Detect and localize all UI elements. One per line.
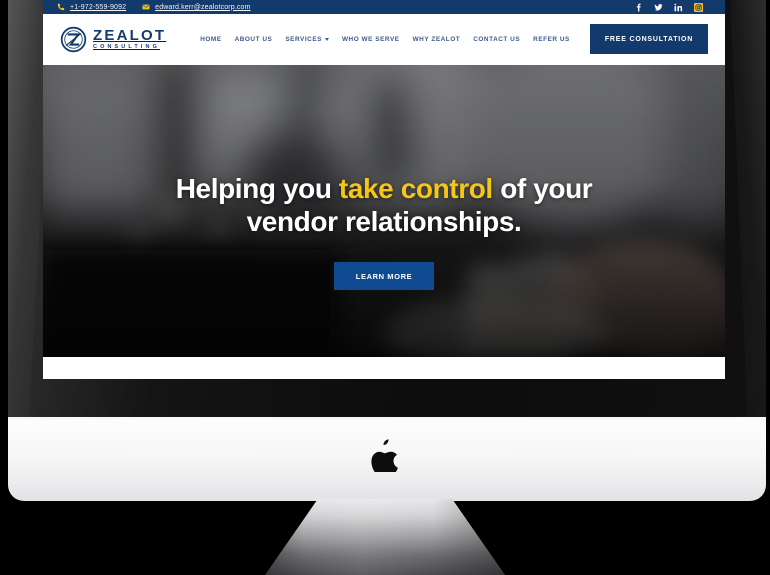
nav-item-home[interactable]: HOME: [200, 36, 221, 43]
phone-icon: [57, 3, 65, 11]
phone-link[interactable]: +1-972-559-9092: [57, 3, 126, 11]
main-navigation: HOME ABOUT US SERVICES WHO WE SERVE WHY …: [200, 36, 570, 43]
hero-headline: Helping you take control of your vendor …: [134, 172, 634, 238]
nav-label: HOME: [200, 36, 222, 43]
email-link[interactable]: edward.kerr@zealotcorp.com: [142, 3, 250, 11]
nav-label: SERVICES: [285, 36, 322, 43]
logo-wordmark: ZEALOT CONSULTING: [93, 28, 166, 51]
nav-label: CONTACT US: [473, 36, 521, 43]
headline-part-1: Helping you: [175, 172, 339, 204]
logo-tagline: CONSULTING: [93, 44, 160, 51]
nav-label: WHO WE SERVE: [341, 36, 400, 43]
page-content-band: [43, 357, 725, 379]
circled-z-icon: [60, 26, 87, 53]
linkedin-icon[interactable]: [674, 3, 683, 12]
contact-group: +1-972-559-9092 edward.kerr@zealotcorp.c…: [57, 3, 251, 11]
free-consultation-button[interactable]: FREE CONSULTATION: [590, 24, 708, 54]
imac-stand-shading: [265, 499, 505, 575]
email-text: edward.kerr@zealotcorp.com: [155, 3, 251, 11]
nav-item-who-we-serve[interactable]: WHO WE SERVE: [342, 36, 400, 43]
headline-accent: take control: [338, 172, 493, 204]
nav-label: ABOUT US: [234, 36, 273, 43]
nav-item-services[interactable]: SERVICES: [285, 36, 329, 43]
chevron-down-icon: [324, 38, 329, 41]
nav-item-about-us[interactable]: ABOUT US: [235, 36, 273, 43]
site-utility-bar: +1-972-559-9092 edward.kerr@zealotcorp.c…: [43, 0, 725, 14]
nav-item-why-zealot[interactable]: WHY ZEALOT: [413, 36, 461, 43]
nav-label: REFER US: [533, 36, 570, 43]
imac-screen: +1-972-559-9092 edward.kerr@zealotcorp.c…: [43, 0, 725, 379]
learn-more-button[interactable]: LEARN MORE: [334, 262, 434, 291]
apple-logo: [371, 438, 399, 477]
instagram-icon[interactable]: [694, 2, 703, 12]
twitter-icon[interactable]: [654, 3, 663, 12]
nav-item-contact-us[interactable]: CONTACT US: [473, 36, 520, 43]
facebook-icon[interactable]: [634, 3, 643, 12]
nav-label: WHY ZEALOT: [412, 36, 461, 43]
hero-section: Helping you take control of your vendor …: [43, 65, 725, 357]
hero-content: Helping you take control of your vendor …: [43, 65, 725, 357]
site-header: ZEALOT CONSULTING HOME ABOUT US SERVICES…: [43, 14, 725, 65]
social-links: [634, 2, 703, 12]
logo-word: ZEALOT: [93, 27, 167, 45]
envelope-icon: [142, 3, 150, 11]
site-logo[interactable]: ZEALOT CONSULTING: [60, 26, 166, 53]
screenshot-stage: +1-972-559-9092 edward.kerr@zealotcorp.c…: [0, 0, 770, 575]
phone-text: +1-972-559-9092: [70, 3, 127, 11]
nav-item-refer-us[interactable]: REFER US: [533, 36, 570, 43]
